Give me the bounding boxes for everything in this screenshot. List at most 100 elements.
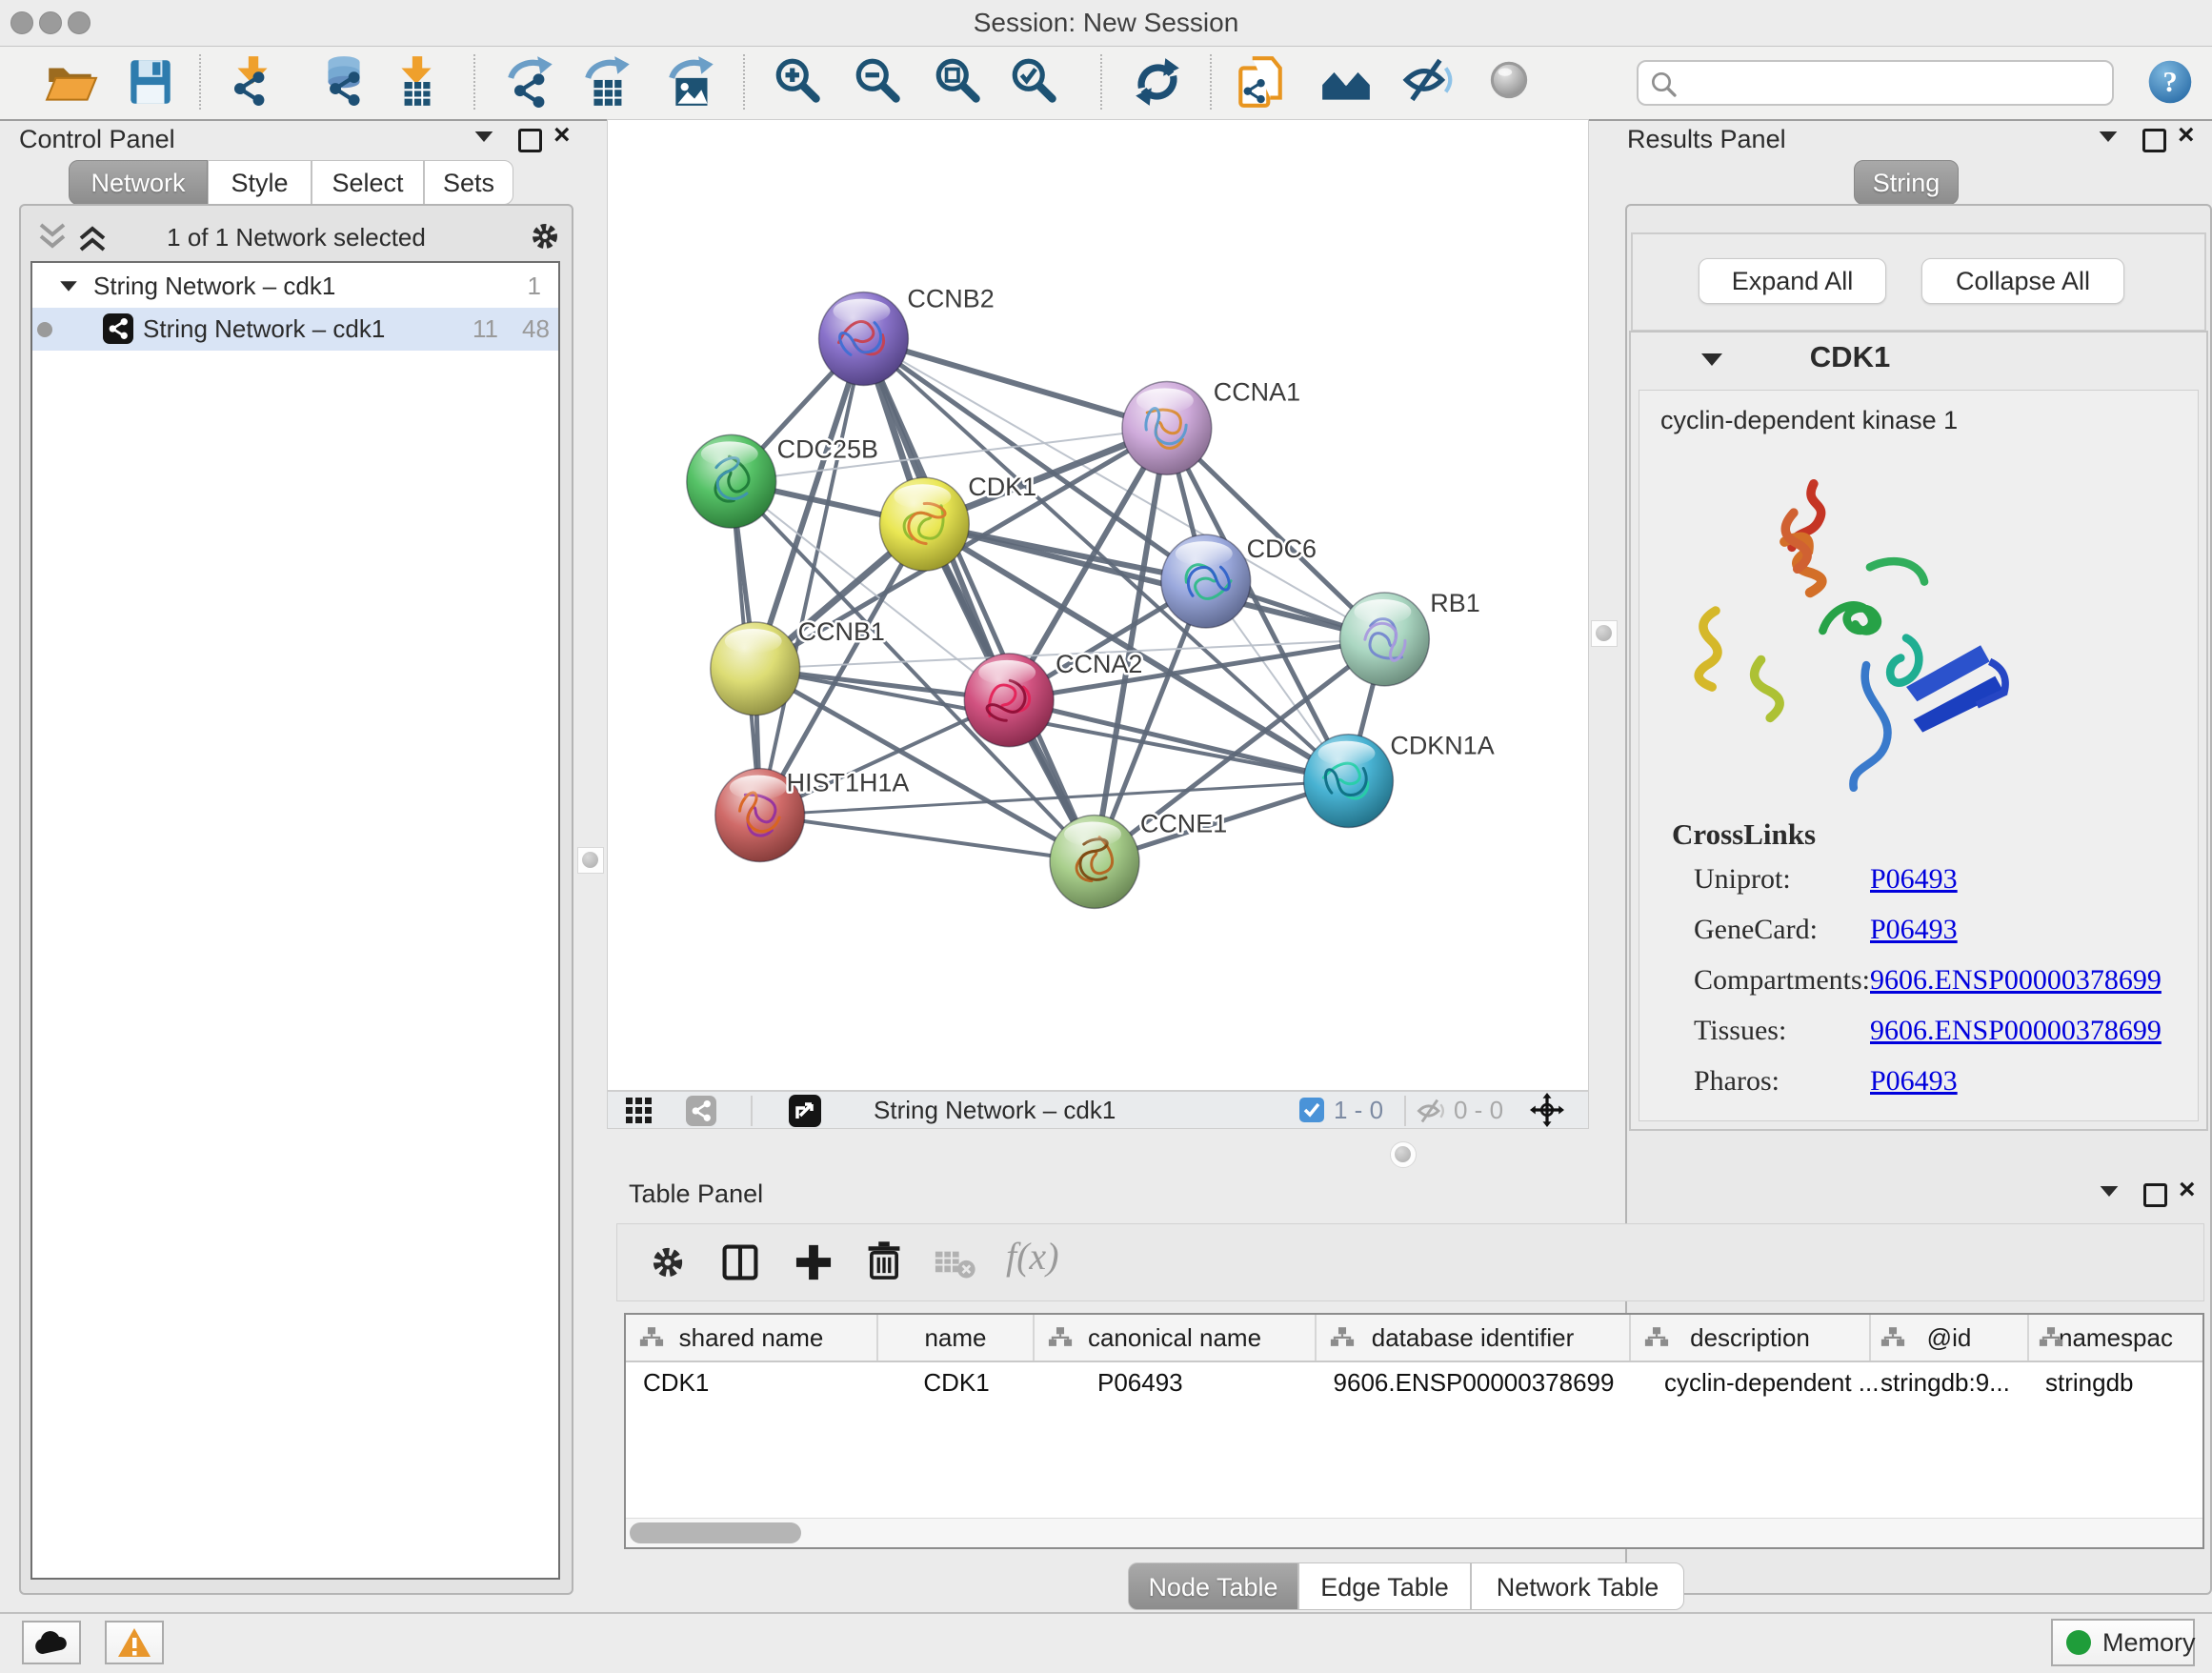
- network-node-CCNE1[interactable]: [1050, 816, 1139, 909]
- network-node-CDC6[interactable]: [1161, 534, 1251, 628]
- network-row-selected[interactable]: String Network – cdk1 11 48: [32, 308, 558, 351]
- tab-string[interactable]: String: [1854, 160, 1959, 205]
- cell-canonical-name[interactable]: P06493: [1097, 1361, 1183, 1404]
- zoom-in-button[interactable]: [772, 54, 827, 110]
- network-node-RB1[interactable]: [1340, 593, 1430, 686]
- crosslink-uniprot-link[interactable]: P06493: [1870, 863, 1958, 896]
- collapse-all-button[interactable]: Collapse All: [1921, 258, 2124, 304]
- cell-shared-name[interactable]: CDK1: [643, 1361, 709, 1404]
- network-canvas[interactable]: CCNB2CCNA1CDC25BCDK1CDC6RB1CCNB1CCNA2CDK…: [608, 120, 1588, 1090]
- panel-close-button[interactable]: ×: [2179, 1178, 2207, 1206]
- export-network-button[interactable]: [505, 54, 560, 110]
- network-node-CCNA2[interactable]: [964, 654, 1054, 747]
- table-settings-gear-icon[interactable]: [648, 1242, 688, 1282]
- network-node-CCNB2[interactable]: [819, 292, 909, 386]
- panel-float-button[interactable]: [2142, 129, 2171, 157]
- tab-sets[interactable]: Sets: [424, 160, 513, 205]
- tab-select[interactable]: Select: [312, 160, 424, 205]
- open-in-window-icon[interactable]: [789, 1095, 821, 1127]
- right-splitter-handle[interactable]: [1591, 620, 1618, 647]
- crosslink-pharos-link[interactable]: P06493: [1870, 1065, 1958, 1098]
- toolbar-separator: [473, 54, 475, 110]
- import-table-from-file-button[interactable]: [389, 54, 444, 110]
- delete-column-trash-icon[interactable]: [862, 1239, 906, 1282]
- network-node-CCNB1[interactable]: [711, 622, 800, 716]
- save-session-button[interactable]: [123, 54, 178, 110]
- hscrollbar-thumb[interactable]: [630, 1522, 801, 1543]
- clone-network-button[interactable]: [1233, 54, 1288, 110]
- tab-edge-table[interactable]: Edge Table: [1298, 1562, 1471, 1610]
- column-header-database-identifier[interactable]: database identifier: [1317, 1315, 1631, 1361]
- export-image-button[interactable]: [666, 54, 721, 110]
- zoom-out-button[interactable]: [852, 54, 907, 110]
- expand-all-button[interactable]: Expand All: [1699, 258, 1886, 304]
- tab-node-table[interactable]: Node Table: [1128, 1562, 1298, 1610]
- network-options-gear-icon[interactable]: [528, 219, 562, 253]
- network-node-CDC25B[interactable]: [687, 434, 776, 528]
- column-header-id[interactable]: @id: [1871, 1315, 2029, 1361]
- column-header-name[interactable]: name: [878, 1315, 1035, 1361]
- network-node-CCNA1[interactable]: [1122, 381, 1212, 474]
- panel-menu-arrow-icon[interactable]: [473, 131, 502, 159]
- function-builder-icon[interactable]: f(x): [1006, 1234, 1059, 1279]
- tab-network[interactable]: Network: [69, 160, 208, 205]
- column-header-canonical-name[interactable]: canonical name: [1035, 1315, 1317, 1361]
- help-button[interactable]: ?: [2145, 57, 2195, 107]
- memory-button[interactable]: Memory: [2051, 1619, 2195, 1666]
- open-file-button[interactable]: [43, 54, 98, 110]
- table-row[interactable]: CDK1 CDK1 P06493 9606.ENSP00000378699 cy…: [626, 1361, 2202, 1404]
- network-collection-row[interactable]: String Network – cdk1 1: [32, 265, 558, 308]
- panel-close-button[interactable]: ×: [2178, 123, 2206, 151]
- toolbar-separator: [1100, 54, 1102, 110]
- protein-section-disclosure-icon[interactable]: [1701, 353, 1722, 366]
- crosslink-compartments-link[interactable]: 9606.ENSP00000378699: [1870, 964, 2162, 997]
- panel-float-button[interactable]: [2143, 1183, 2172, 1212]
- string-view-icon[interactable]: [686, 1096, 716, 1126]
- birds-eye-view-icon[interactable]: [625, 1097, 654, 1125]
- panel-menu-arrow-icon[interactable]: [2099, 1185, 2127, 1214]
- search-box: [1637, 60, 2114, 106]
- left-splitter-handle[interactable]: [577, 847, 604, 874]
- crosslink-tissues-link[interactable]: 9606.ENSP00000378699: [1870, 1015, 2162, 1047]
- network-node-CDKN1A[interactable]: [1304, 735, 1394, 828]
- create-column-plus-icon[interactable]: [792, 1240, 835, 1284]
- hidden-items-eye-slash-icon[interactable]: [1416, 1097, 1446, 1125]
- cell-id[interactable]: stringdb:9...: [1880, 1361, 2010, 1404]
- panel-menu-arrow-icon[interactable]: [2098, 131, 2126, 159]
- cell-name[interactable]: CDK1: [878, 1361, 1035, 1404]
- network-edge[interactable]: [1009, 700, 1348, 781]
- horizontal-splitter-handle[interactable]: [1390, 1141, 1417, 1168]
- pan-crosshair-icon[interactable]: [1530, 1093, 1564, 1127]
- network-edge[interactable]: [760, 816, 1095, 862]
- panel-close-button[interactable]: ×: [553, 123, 582, 151]
- disclosure-triangle-icon[interactable]: [60, 281, 77, 291]
- tab-style[interactable]: Style: [208, 160, 312, 205]
- search-input[interactable]: [1686, 65, 2100, 99]
- zoom-selected-button[interactable]: [1008, 54, 1063, 110]
- column-header-description[interactable]: description: [1631, 1315, 1871, 1361]
- first-neighbors-button[interactable]: [1318, 54, 1374, 110]
- clear-table-icon[interactable]: [934, 1247, 975, 1280]
- cell-namespace[interactable]: stringdb: [2045, 1361, 2134, 1404]
- crosslink-genecard-link[interactable]: P06493: [1870, 914, 1958, 946]
- panel-float-button[interactable]: [518, 129, 547, 157]
- warnings-button[interactable]: [105, 1621, 164, 1664]
- apply-preferred-layout-button[interactable]: [1130, 54, 1185, 110]
- show-columns-icon[interactable]: [718, 1240, 762, 1284]
- column-header-shared-name[interactable]: shared name: [626, 1315, 878, 1361]
- cell-description[interactable]: cyclin-dependent ...: [1664, 1361, 1879, 1404]
- import-network-from-database-button[interactable]: [316, 54, 372, 110]
- cell-database-identifier[interactable]: 9606.ENSP00000378699: [1317, 1361, 1631, 1404]
- import-network-from-file-button[interactable]: [225, 54, 280, 110]
- column-header-namespace[interactable]: namespac: [2029, 1315, 2202, 1361]
- export-table-button[interactable]: [582, 54, 637, 110]
- show-all-button[interactable]: [1481, 54, 1537, 110]
- zoom-fit-content-button[interactable]: [932, 54, 987, 110]
- selected-checkbox[interactable]: [1299, 1098, 1324, 1122]
- hide-selected-button[interactable]: [1400, 54, 1456, 110]
- network-edge[interactable]: [760, 339, 864, 816]
- cloud-button[interactable]: [22, 1621, 81, 1664]
- network-node-CDK1[interactable]: [879, 477, 969, 571]
- network-edge[interactable]: [863, 339, 1166, 429]
- tab-network-table[interactable]: Network Table: [1471, 1562, 1684, 1610]
